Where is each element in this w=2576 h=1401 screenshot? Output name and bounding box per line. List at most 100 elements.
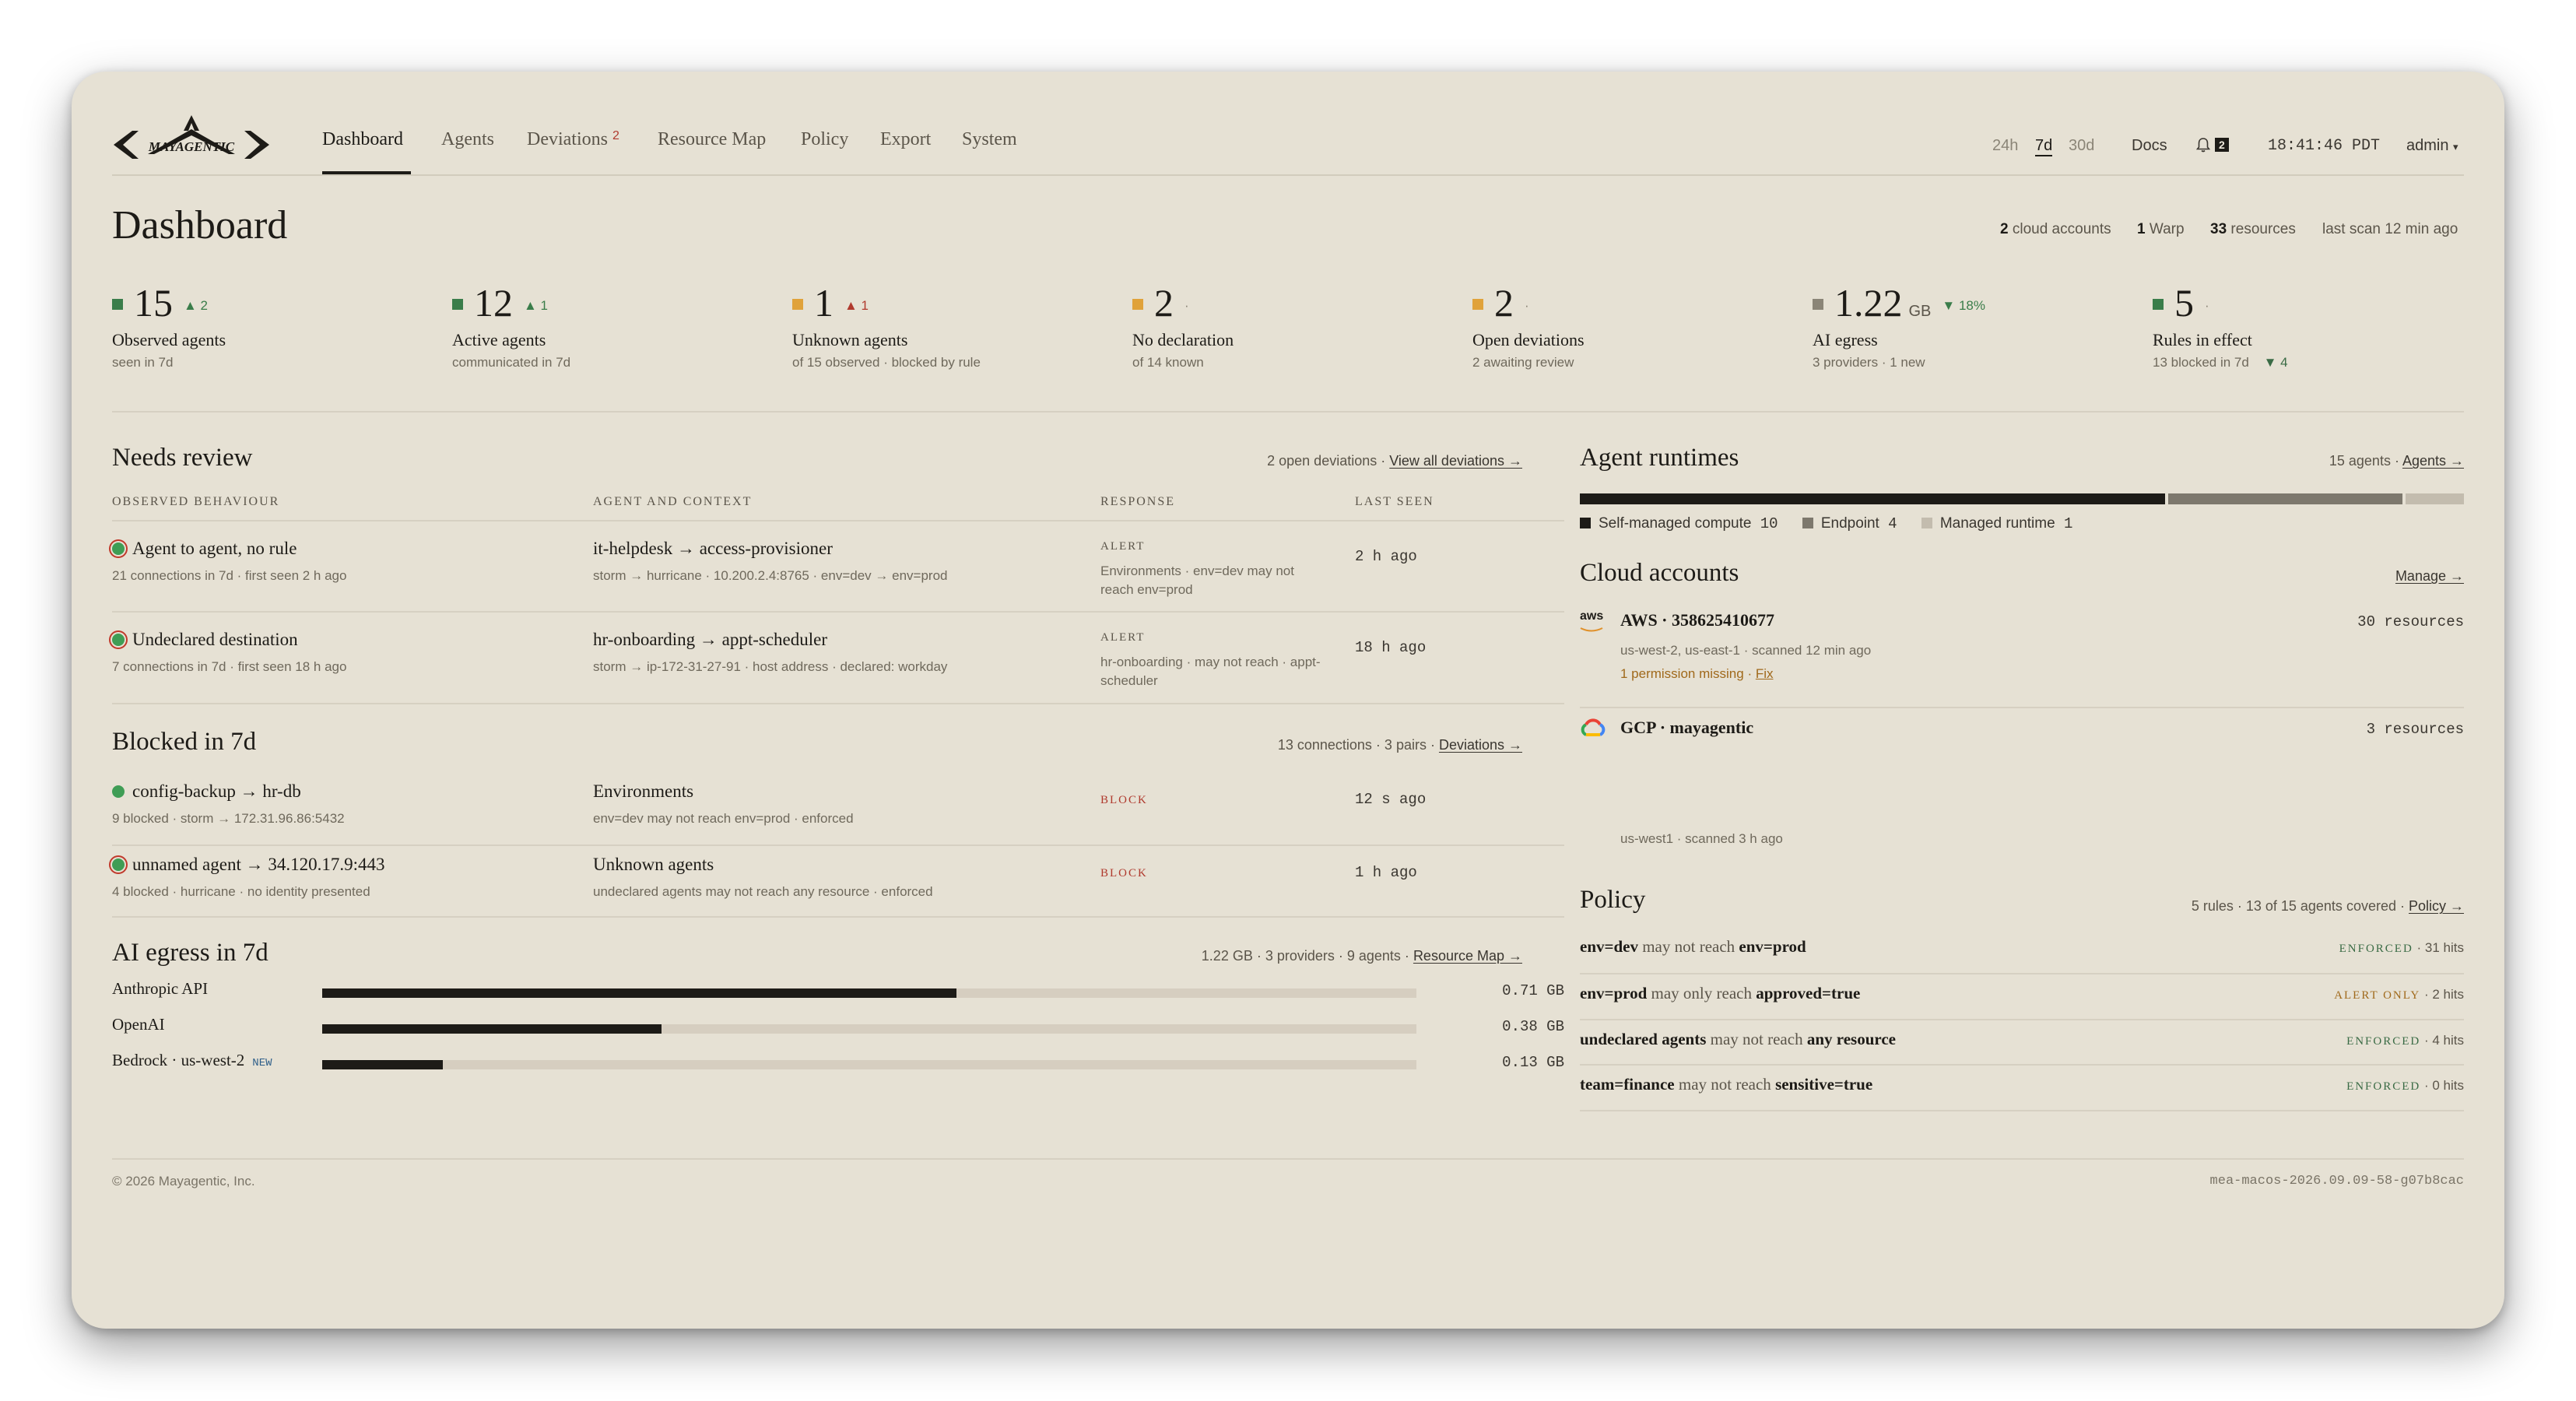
stat-label: Open deviations <box>1472 330 1585 349</box>
nav-export[interactable]: Export <box>880 129 931 150</box>
new-badge: NEW <box>252 1057 272 1069</box>
policy-rule[interactable]: undeclared agents may not reach any reso… <box>1580 1030 2464 1061</box>
policy-rule[interactable]: env=prod may only reach approved=true AL… <box>1580 984 2464 1015</box>
stat-unknown-agents[interactable]: 1 ▲ 1 Unknown agents of 15 observed · blo… <box>792 280 981 370</box>
egress-row[interactable]: OpenAI 0.38 GB <box>112 1015 1564 1041</box>
cloud-account-gcp[interactable]: GCP · mayagentic 3 resources <box>1580 718 2464 780</box>
stat-rules-in-effect[interactable]: 5 · Rules in effect 13 blocked in 7d ▼ 4 <box>2153 280 2288 370</box>
blocked-title: Blocked in 7d <box>112 728 257 756</box>
cloud-account-aws[interactable]: aws AWS · 358625410677 30 resources us-w… <box>1580 610 2464 700</box>
policy-rule-status: ENFORCED · 0 hits <box>2346 1078 2464 1093</box>
nav-system[interactable]: System <box>962 129 1017 150</box>
runtimes-title: Agent runtimes <box>1580 444 1739 472</box>
stat-color-square <box>112 299 123 310</box>
egress-row[interactable]: Anthropic API 0.71 GB <box>112 979 1564 1006</box>
egress-value: 0.38 GB <box>1502 1018 1564 1035</box>
stat-value: 1 <box>814 281 834 325</box>
stat-value: 2 <box>1154 281 1174 325</box>
range-24h[interactable]: 24h <box>1992 137 2018 155</box>
row-response-note: scheduler <box>1100 673 1158 688</box>
stat-value: 15 <box>134 281 173 325</box>
policy-rule[interactable]: env=dev may not reach env=prod ENFORCED … <box>1580 937 2464 968</box>
policy-divider <box>1580 973 2464 974</box>
nav-policy[interactable]: Policy <box>801 129 848 150</box>
stat-ai-egress[interactable]: 1.22 GB ▼ 18% AI egress 3 providers · 1 ne… <box>1813 280 1985 370</box>
resource-map-link[interactable]: Resource Map → <box>1413 948 1522 964</box>
policy-rule-status: ENFORCED · 4 hits <box>2346 1033 2464 1048</box>
row-sub: 21 connections in 7d · first seen 2 h ag… <box>112 568 347 583</box>
policy-rule[interactable]: team=finance may not reach sensitive=tru… <box>1580 1075 2464 1106</box>
table-row[interactable]: Agent to agent, no rule 21 connections i… <box>112 539 1564 629</box>
agents-link[interactable]: Agents → <box>2402 453 2464 469</box>
col-agent-context: AGENT AND CONTEXT <box>593 495 753 508</box>
nav-agents[interactable]: Agents <box>441 129 494 150</box>
runtime-segment-self-managed[interactable] <box>1580 493 2165 504</box>
stat-sub: 13 blocked in 7d ▼ 4 <box>2153 355 2288 370</box>
needs-review-meta: 2 open deviations · View all deviations … <box>1267 453 1522 469</box>
runtime-legend: Self-managed compute 10 Endpoint 4 Manag… <box>1580 515 2072 532</box>
policy-link[interactable]: Policy → <box>2409 898 2464 914</box>
stat-delta: ▲ 1 <box>524 298 549 313</box>
policy-title: Policy <box>1580 886 1646 914</box>
egress-bar-track <box>322 988 1416 998</box>
range-7d[interactable]: 7d <box>2035 137 2053 156</box>
col-observed-behaviour: OBSERVED BEHAVIOUR <box>112 495 280 508</box>
view-all-deviations-link[interactable]: View all deviations → <box>1389 453 1522 469</box>
stat-delta: · <box>2205 298 2209 313</box>
stat-delta: ▲ 1 <box>844 298 869 313</box>
stats-divider <box>112 411 2464 413</box>
stat-value: 1.22 <box>1834 281 1903 325</box>
notifications-button[interactable]: 2 <box>2195 137 2229 155</box>
egress-value: 0.71 GB <box>1502 982 1564 999</box>
table-row[interactable]: unnamed agent → 34.120.17.9:443 4 blocke… <box>112 855 1564 922</box>
row-context: storm → ip-172-31-27-91 · host address ·… <box>593 659 948 674</box>
row-divider <box>112 916 1564 918</box>
runtimes-meta: 15 agents · Agents → <box>2329 453 2464 469</box>
row-response-note: reach env=prod <box>1100 582 1193 597</box>
user-menu[interactable]: admin ▾ <box>2406 137 2458 155</box>
stat-label: Active agents <box>452 330 546 349</box>
row-response: BLOCK <box>1100 794 1148 806</box>
stat-sub: seen in 7d <box>112 355 174 370</box>
legend-item: Endpoint 4 <box>1802 515 1897 532</box>
stat-active-agents[interactable]: 12 ▲ 1 Active agents communicated in 7d <box>452 280 570 370</box>
egress-meta: 1.22 GB · 3 providers · 9 agents · Resou… <box>1201 948 1522 964</box>
blocked-deviations-link[interactable]: Deviations → <box>1439 737 1522 753</box>
status-dot <box>112 634 125 646</box>
egress-row[interactable]: Bedrock · us-west-2 NEW 0.13 GB <box>112 1051 1564 1077</box>
manage-link[interactable]: Manage → <box>2395 568 2464 584</box>
cloud-account-title: GCP · mayagentic <box>1620 718 1754 737</box>
status-badge: ALERT ONLY <box>2334 989 2421 1002</box>
stat-value: 2 <box>1494 281 1514 325</box>
stat-color-square <box>1813 299 1823 310</box>
runtime-segment-managed[interactable] <box>2405 493 2464 504</box>
row-sub: 7 connections in 7d · first seen 18 h ag… <box>112 659 347 674</box>
nav-dashboard[interactable]: Dashboard <box>322 129 403 150</box>
meta-last-scan: last scan 12 min ago <box>2322 221 2458 237</box>
range-30d[interactable]: 30d <box>2069 137 2094 155</box>
nav-resource-map[interactable]: Resource Map <box>658 129 766 150</box>
row-title: Agent to agent, no rule <box>112 539 297 559</box>
stat-observed-agents[interactable]: 15 ▲ 2 Observed agents seen in 7d <box>112 280 226 370</box>
table-row[interactable]: config-backup → hr-db 9 blocked · storm … <box>112 781 1564 848</box>
row-response-note: Environments · env=dev may not <box>1100 564 1294 578</box>
cloud-account-sub: us-west1 · scanned 3 h ago <box>1620 831 1783 846</box>
stat-open-deviations[interactable]: 2 · Open deviations 2 awaiting review <box>1472 280 1585 370</box>
egress-value: 0.13 GB <box>1502 1054 1564 1071</box>
nav-deviations[interactable]: Deviations 2 <box>527 129 619 150</box>
cloud-account-sub: us-west-2, us-east-1 · scanned 12 min ag… <box>1620 643 1872 658</box>
brand-logo[interactable]: MAYAGENTIC <box>112 100 271 174</box>
needs-review-title: Needs review <box>112 444 253 472</box>
runtime-segment-endpoint[interactable] <box>2168 493 2402 504</box>
row-rule-sub: env=dev may not reach env=prod · enforce… <box>593 811 854 826</box>
fix-link[interactable]: Fix <box>1756 666 1774 681</box>
stat-sub: 2 awaiting review <box>1472 355 1574 370</box>
nav-divider <box>112 174 2464 176</box>
cloud-manage[interactable]: Manage → <box>2395 568 2464 585</box>
egress-bar-fill <box>322 988 957 998</box>
stat-value: 12 <box>474 281 513 325</box>
row-agent: hr-onboarding → appt-scheduler <box>593 630 827 649</box>
docs-link[interactable]: Docs <box>2132 137 2167 155</box>
cloud-account-resources: 3 resources <box>2366 721 2464 738</box>
stat-no-declaration[interactable]: 2 · No declaration of 14 known <box>1132 280 1234 370</box>
